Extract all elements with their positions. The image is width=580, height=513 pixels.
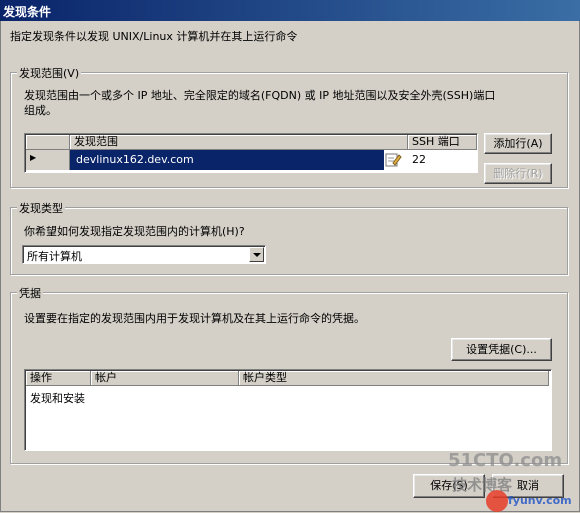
column-header-account[interactable]: 帐户 (91, 371, 239, 386)
credentials-grid[interactable]: 操作 帐户 帐户类型 发现和安装 (24, 369, 552, 451)
column-header-account-type[interactable]: 帐户类型 (239, 371, 549, 386)
column-header-range[interactable]: 发现范围 (70, 135, 408, 150)
discovery-scope-description: 发现范围由一个或多个 IP 地址、完全限定的域名(FQDN) 或 IP 地址范围… (24, 89, 496, 102)
column-header-ssh-port[interactable]: SSH 端口 (408, 135, 477, 150)
ssh-port-value: 22 (412, 153, 426, 166)
discovery-scope-legend: 发现范围(V) (17, 65, 82, 81)
title-bar: 发现条件 (0, 0, 580, 21)
discovery-type-select[interactable]: 所有计算机 (22, 245, 266, 264)
row-header-corner (26, 135, 70, 150)
edit-icon[interactable] (384, 151, 402, 169)
cancel-button[interactable]: 取消 (492, 474, 564, 498)
ssh-port-cell[interactable]: 22 (408, 150, 477, 170)
row-selector[interactable]: ▶ (26, 150, 70, 170)
chevron-down-icon[interactable] (249, 247, 264, 262)
discovery-type-legend: 发现类型 (17, 200, 65, 216)
discovery-range-cell[interactable]: devlinux162.dev.com (70, 150, 384, 170)
discovery-range-value: devlinux162.dev.com (76, 153, 194, 166)
discovery-type-selected: 所有计算机 (27, 250, 82, 263)
table-row[interactable]: 发现和安装 (26, 387, 550, 407)
remove-row-button[interactable]: 删除行(R) (484, 163, 552, 184)
add-row-button[interactable]: 添加行(A) (484, 133, 552, 154)
discovery-scope-description-2: 组成。 (24, 104, 57, 117)
save-button[interactable]: 保存(S) (413, 474, 485, 498)
column-header-action[interactable]: 操作 (26, 371, 91, 386)
intro-text: 指定发现条件以发现 UNIX/Linux 计算机并在其上运行命令 (10, 30, 298, 43)
credentials-legend: 凭据 (17, 285, 43, 301)
credential-action: 发现和安装 (30, 392, 85, 405)
discovery-range-grid[interactable]: 发现范围 SSH 端口 ▶ devlinux162.dev.com 22 (24, 133, 478, 173)
current-row-marker: ▶ (30, 153, 37, 162)
credentials-description: 设置要在指定的发现范围内用于发现计算机及在其上运行命令的凭据。 (24, 312, 365, 325)
discovery-type-group: 发现类型 (10, 200, 568, 275)
discovery-type-question: 你希望如何发现指定发现范围内的计算机(H)? (24, 225, 245, 238)
set-credentials-button[interactable]: 设置凭据(C)... (451, 338, 552, 361)
window-title: 发现条件 (3, 5, 52, 19)
